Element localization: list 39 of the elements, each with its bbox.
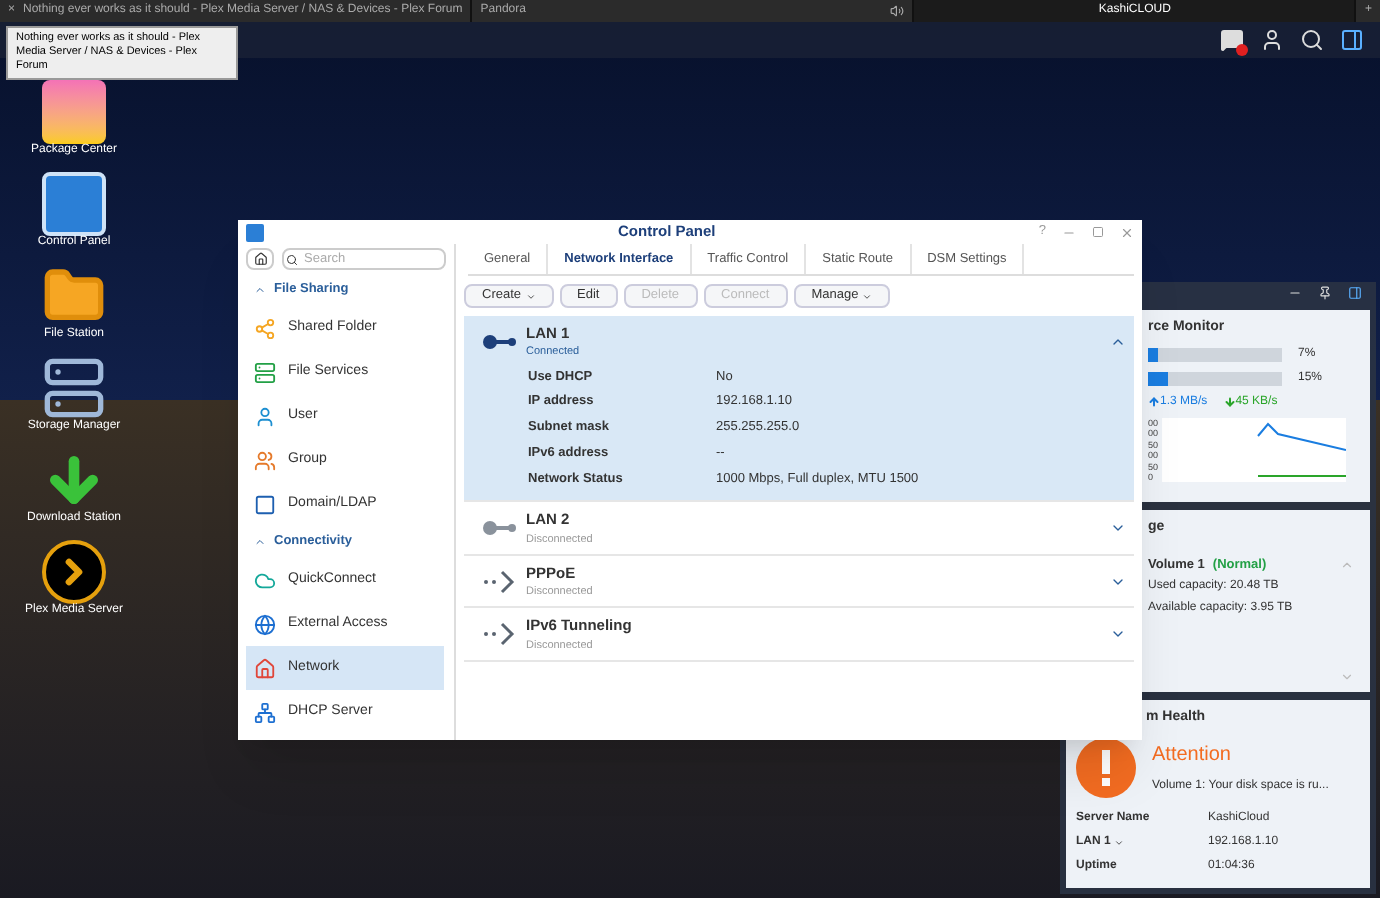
directory-icon bbox=[254, 493, 276, 515]
server-icon bbox=[254, 361, 276, 383]
control-panel-icon bbox=[42, 172, 106, 236]
close-icon[interactable] bbox=[1120, 225, 1134, 239]
home-icon bbox=[253, 252, 267, 266]
caret-icon[interactable] bbox=[1114, 837, 1125, 847]
control-panel-icon bbox=[246, 223, 264, 241]
search-icon[interactable] bbox=[1300, 28, 1324, 52]
connector-icon bbox=[481, 520, 517, 536]
connector-icon bbox=[481, 333, 517, 350]
pin-icon[interactable] bbox=[1318, 285, 1332, 299]
collapse-icon[interactable] bbox=[1348, 285, 1362, 299]
network-icon bbox=[254, 701, 276, 723]
chevron-up-icon bbox=[254, 284, 266, 296]
group-icon bbox=[254, 449, 276, 471]
user-icon[interactable] bbox=[1260, 28, 1284, 52]
widgets-icon[interactable] bbox=[1340, 28, 1364, 52]
upload-arrow-icon bbox=[1148, 396, 1160, 408]
chevron-down-icon[interactable] bbox=[1110, 520, 1126, 536]
package-icon bbox=[42, 80, 106, 144]
cloud-icon bbox=[254, 569, 276, 591]
dotted-arrow-icon bbox=[481, 569, 517, 593]
user-icon bbox=[254, 405, 276, 427]
globe-icon bbox=[254, 613, 276, 635]
chat-icon[interactable] bbox=[1220, 28, 1244, 52]
share-icon bbox=[254, 317, 276, 339]
caret-icon bbox=[862, 291, 873, 301]
dotted-arrow-icon bbox=[481, 622, 517, 646]
chevron-up-icon bbox=[254, 536, 266, 548]
home-button[interactable] bbox=[246, 248, 274, 270]
health-status: Attention bbox=[1152, 741, 1233, 769]
maximize-icon[interactable] bbox=[1092, 226, 1104, 238]
speaker-icon[interactable] bbox=[890, 4, 905, 18]
download-arrow-icon bbox=[1223, 396, 1236, 408]
caret-icon bbox=[525, 291, 536, 301]
storage-icon bbox=[42, 356, 106, 420]
search-icon bbox=[286, 253, 298, 265]
house-icon bbox=[254, 657, 276, 679]
chevron-down-icon[interactable] bbox=[1110, 626, 1126, 642]
